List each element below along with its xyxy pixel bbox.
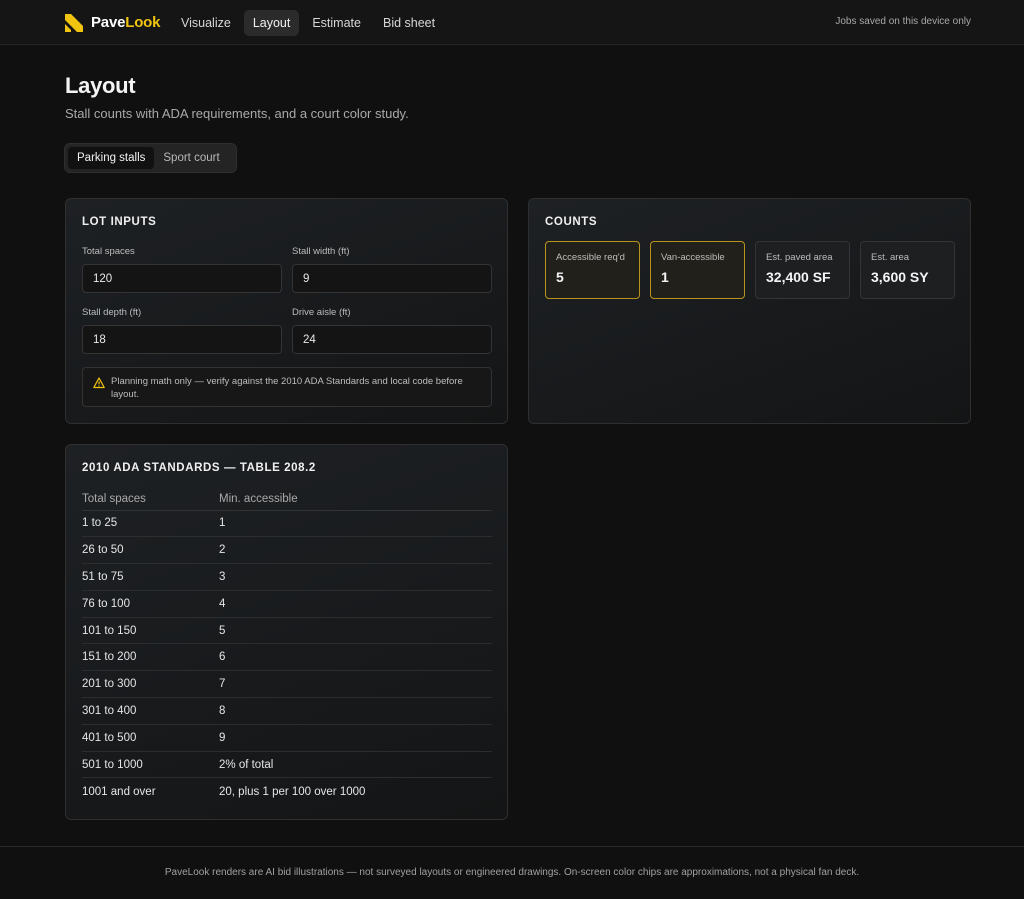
stall-width-input[interactable] bbox=[292, 264, 492, 293]
stat-paved-area: Est. paved area 32,400 SF bbox=[755, 241, 850, 299]
nav-estimate[interactable]: Estimate bbox=[303, 10, 370, 36]
total-spaces-label: Total spaces bbox=[82, 246, 135, 257]
warning-icon bbox=[93, 377, 105, 389]
table-cell: 2 bbox=[219, 536, 492, 565]
table-cell: 51 to 75 bbox=[82, 563, 219, 591]
table-cell: 1 bbox=[219, 510, 492, 538]
column-header-min-accessible: Min. accessible bbox=[219, 488, 492, 511]
table-row: 51 to 75 3 bbox=[82, 563, 492, 591]
stat-label: Est. area bbox=[871, 252, 910, 263]
table-cell: 9 bbox=[219, 724, 492, 752]
table-row: 151 to 200 6 bbox=[82, 643, 492, 672]
table-cell: 2% of total bbox=[219, 751, 492, 779]
stat-label: Van-accessible bbox=[661, 252, 725, 263]
footer-divider bbox=[0, 846, 1024, 847]
top-bar: PaveLook Visualize Layout Estimate Bid s… bbox=[0, 0, 1024, 45]
drive-aisle-label: Drive aisle (ft) bbox=[292, 307, 351, 318]
table-row: 1001 and over 20, plus 1 per 100 over 100… bbox=[82, 778, 492, 805]
table-row: 1 to 25 1 bbox=[82, 510, 492, 538]
stall-depth-input[interactable] bbox=[82, 325, 282, 354]
counts-card: COUNTS Accessible req'd 5 Van-accessible… bbox=[528, 198, 971, 424]
ada-table-title: 2010 ADA STANDARDS — TABLE 208.2 bbox=[82, 462, 316, 474]
stall-width-label: Stall width (ft) bbox=[292, 246, 350, 257]
table-row: 301 to 400 8 bbox=[82, 697, 492, 725]
table-cell: 401 to 500 bbox=[82, 724, 219, 752]
stat-value: 32,400 SF bbox=[766, 269, 831, 285]
table-cell: 26 to 50 bbox=[82, 536, 219, 565]
brand-name: PaveLook bbox=[91, 13, 161, 31]
table-cell: 151 to 200 bbox=[82, 643, 219, 672]
table-cell: 4 bbox=[219, 590, 492, 618]
table-row: 201 to 300 7 bbox=[82, 670, 492, 699]
logo-icon bbox=[65, 14, 83, 32]
ada-notice: Planning math only — verify against the … bbox=[82, 367, 492, 407]
table-cell: 8 bbox=[219, 697, 492, 725]
total-spaces-input[interactable] bbox=[82, 264, 282, 293]
table-cell: 6 bbox=[219, 643, 492, 672]
lot-inputs-card: LOT INPUTS Total spaces Stall width (ft)… bbox=[65, 198, 508, 424]
notice-text: Planning math only — verify against the … bbox=[111, 376, 463, 400]
stat-area-sy: Est. area 3,600 SY bbox=[860, 241, 955, 299]
table-cell: 76 to 100 bbox=[82, 590, 219, 618]
table-row: 501 to 1000 2% of total bbox=[82, 751, 492, 779]
main-nav: Visualize Layout Estimate Bid sheet bbox=[172, 10, 444, 36]
table-header-row: Total spaces Min. accessible bbox=[82, 488, 492, 511]
layout-mode-tabs: Parking stalls Sport court bbox=[64, 143, 237, 173]
stat-van-accessible: Van-accessible 1 bbox=[650, 241, 745, 299]
nav-visualize[interactable]: Visualize bbox=[172, 10, 240, 36]
table-cell: 1001 and over bbox=[82, 785, 156, 798]
table-cell: 1 to 25 bbox=[82, 510, 219, 538]
stat-value: 5 bbox=[556, 269, 564, 285]
nav-bid-sheet[interactable]: Bid sheet bbox=[374, 10, 444, 36]
column-header-total-spaces: Total spaces bbox=[82, 488, 219, 511]
ada-table-card: 2010 ADA STANDARDS — TABLE 208.2 Total s… bbox=[65, 444, 508, 820]
table-cell: 20, plus 1 per 100 over 1000 bbox=[219, 785, 366, 798]
table-cell: 3 bbox=[219, 563, 492, 591]
nav-layout[interactable]: Layout bbox=[243, 10, 300, 36]
table-cell: 501 to 1000 bbox=[82, 751, 219, 779]
footer-disclaimer: PaveLook renders are AI bid illustration… bbox=[164, 867, 860, 878]
storage-status: Jobs saved on this device only bbox=[835, 16, 971, 27]
stat-value: 1 bbox=[661, 269, 669, 285]
table-row: 401 to 500 9 bbox=[82, 724, 492, 752]
table-cell: 301 to 400 bbox=[82, 697, 219, 725]
drive-aisle-input[interactable] bbox=[292, 325, 492, 354]
brand-logo[interactable]: PaveLook bbox=[65, 12, 160, 32]
stat-value: 3,600 SY bbox=[871, 269, 929, 285]
page-title: Layout bbox=[65, 73, 136, 98]
stall-depth-label: Stall depth (ft) bbox=[82, 307, 142, 318]
table-row: 26 to 50 2 bbox=[82, 536, 492, 565]
tab-parking-stalls[interactable]: Parking stalls bbox=[68, 147, 155, 169]
table-cell: 5 bbox=[219, 617, 492, 645]
table-cell: 101 to 150 bbox=[82, 617, 219, 645]
tab-sport-court[interactable]: Sport court bbox=[154, 147, 228, 169]
table-row: 101 to 150 5 bbox=[82, 617, 492, 645]
page-subtitle: Stall counts with ADA requirements, and … bbox=[65, 106, 409, 121]
stat-accessible-required: Accessible req'd 5 bbox=[545, 241, 640, 299]
stat-label: Est. paved area bbox=[766, 252, 833, 263]
counts-title: COUNTS bbox=[545, 216, 598, 228]
ada-table: Total spaces Min. accessible 1 to 25 1 26… bbox=[82, 488, 492, 805]
table-cell: 201 to 300 bbox=[82, 670, 219, 699]
table-cell: 7 bbox=[219, 670, 492, 699]
stat-label: Accessible req'd bbox=[556, 252, 625, 263]
lot-inputs-title: LOT INPUTS bbox=[82, 216, 157, 228]
table-row: 76 to 100 4 bbox=[82, 590, 492, 618]
